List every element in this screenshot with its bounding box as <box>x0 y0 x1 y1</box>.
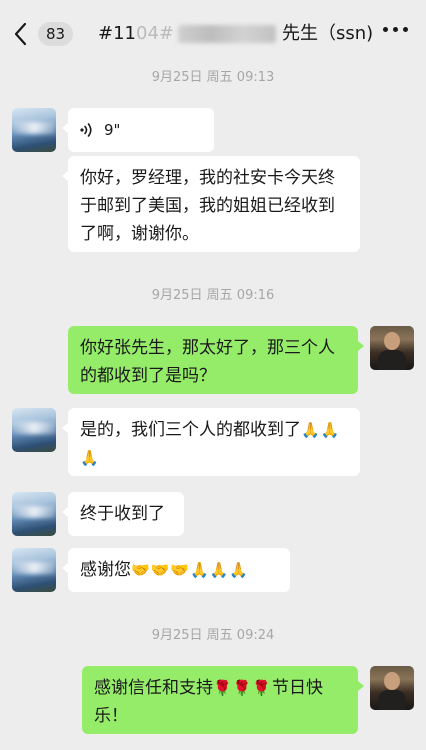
chat-title-suffix: 先生（ssn) <box>282 23 374 44</box>
redacted-name <box>178 25 276 43</box>
timestamp: 9月25日 周五 09:24 <box>151 628 275 643</box>
avatar-self[interactable] <box>370 326 414 370</box>
message-bubble[interactable]: 你好，罗经理，我的社安卡今天终于邮到了美国，我的姐姐已经收到了啊，谢谢你。 <box>62 156 360 252</box>
message-text: 你好，罗经理，我的社安卡今天终于邮到了美国，我的姐姐已经收到了啊，谢谢你。 <box>80 168 335 244</box>
voice-duration: 9" <box>104 121 121 139</box>
chat-title-mid: 04# <box>136 23 174 44</box>
message-text: 是的，我们三个人的都收到了 <box>80 420 301 440</box>
message-text: 感谢您 <box>80 560 131 580</box>
emoji-group: 🤝🤝🤝🙏🙏🙏 <box>131 561 250 579</box>
message-text: 终于收到了 <box>80 504 165 524</box>
chat-title-prefix: #11 <box>98 23 136 44</box>
message-bubble[interactable]: 是的，我们三个人的都收到了🙏🙏🙏 <box>62 408 360 476</box>
chevron-left-icon <box>14 22 27 46</box>
unread-count-badge: 83 <box>38 22 74 46</box>
emoji-group: 🌹🌹🌹 <box>213 679 273 697</box>
message-bubble-outgoing[interactable]: 感谢信任和支持🌹🌹🌹节日快乐！ <box>82 666 364 734</box>
avatar[interactable] <box>12 408 56 452</box>
message-bubble-outgoing[interactable]: 你好张先生，那太好了，那三个人的都收到了是吗？ <box>68 326 364 394</box>
chat-header: 83 #11 04# 先生（ssn) <box>0 0 426 64</box>
avatar-self[interactable] <box>370 666 414 710</box>
timestamp: 9月25日 周五 09:16 <box>151 288 275 303</box>
avatar[interactable] <box>12 548 56 592</box>
message-bubble[interactable]: 终于收到了 <box>62 492 184 536</box>
message-text: 你好张先生，那太好了，那三个人的都收到了是吗？ <box>80 338 335 386</box>
message-bubble[interactable]: 感谢您🤝🤝🤝🙏🙏🙏 <box>62 548 290 592</box>
back-button[interactable]: 83 <box>10 20 74 48</box>
voice-message[interactable]: 9" <box>62 108 214 152</box>
message-text: 感谢信任和支持 <box>94 678 213 698</box>
voice-wave-icon <box>80 123 92 137</box>
chat-title: #11 04# 先生（ssn) <box>98 22 373 46</box>
timestamp: 9月25日 周五 09:13 <box>151 70 275 85</box>
more-options-icon[interactable] <box>383 27 408 32</box>
avatar[interactable] <box>12 492 56 536</box>
avatar[interactable] <box>12 108 56 152</box>
